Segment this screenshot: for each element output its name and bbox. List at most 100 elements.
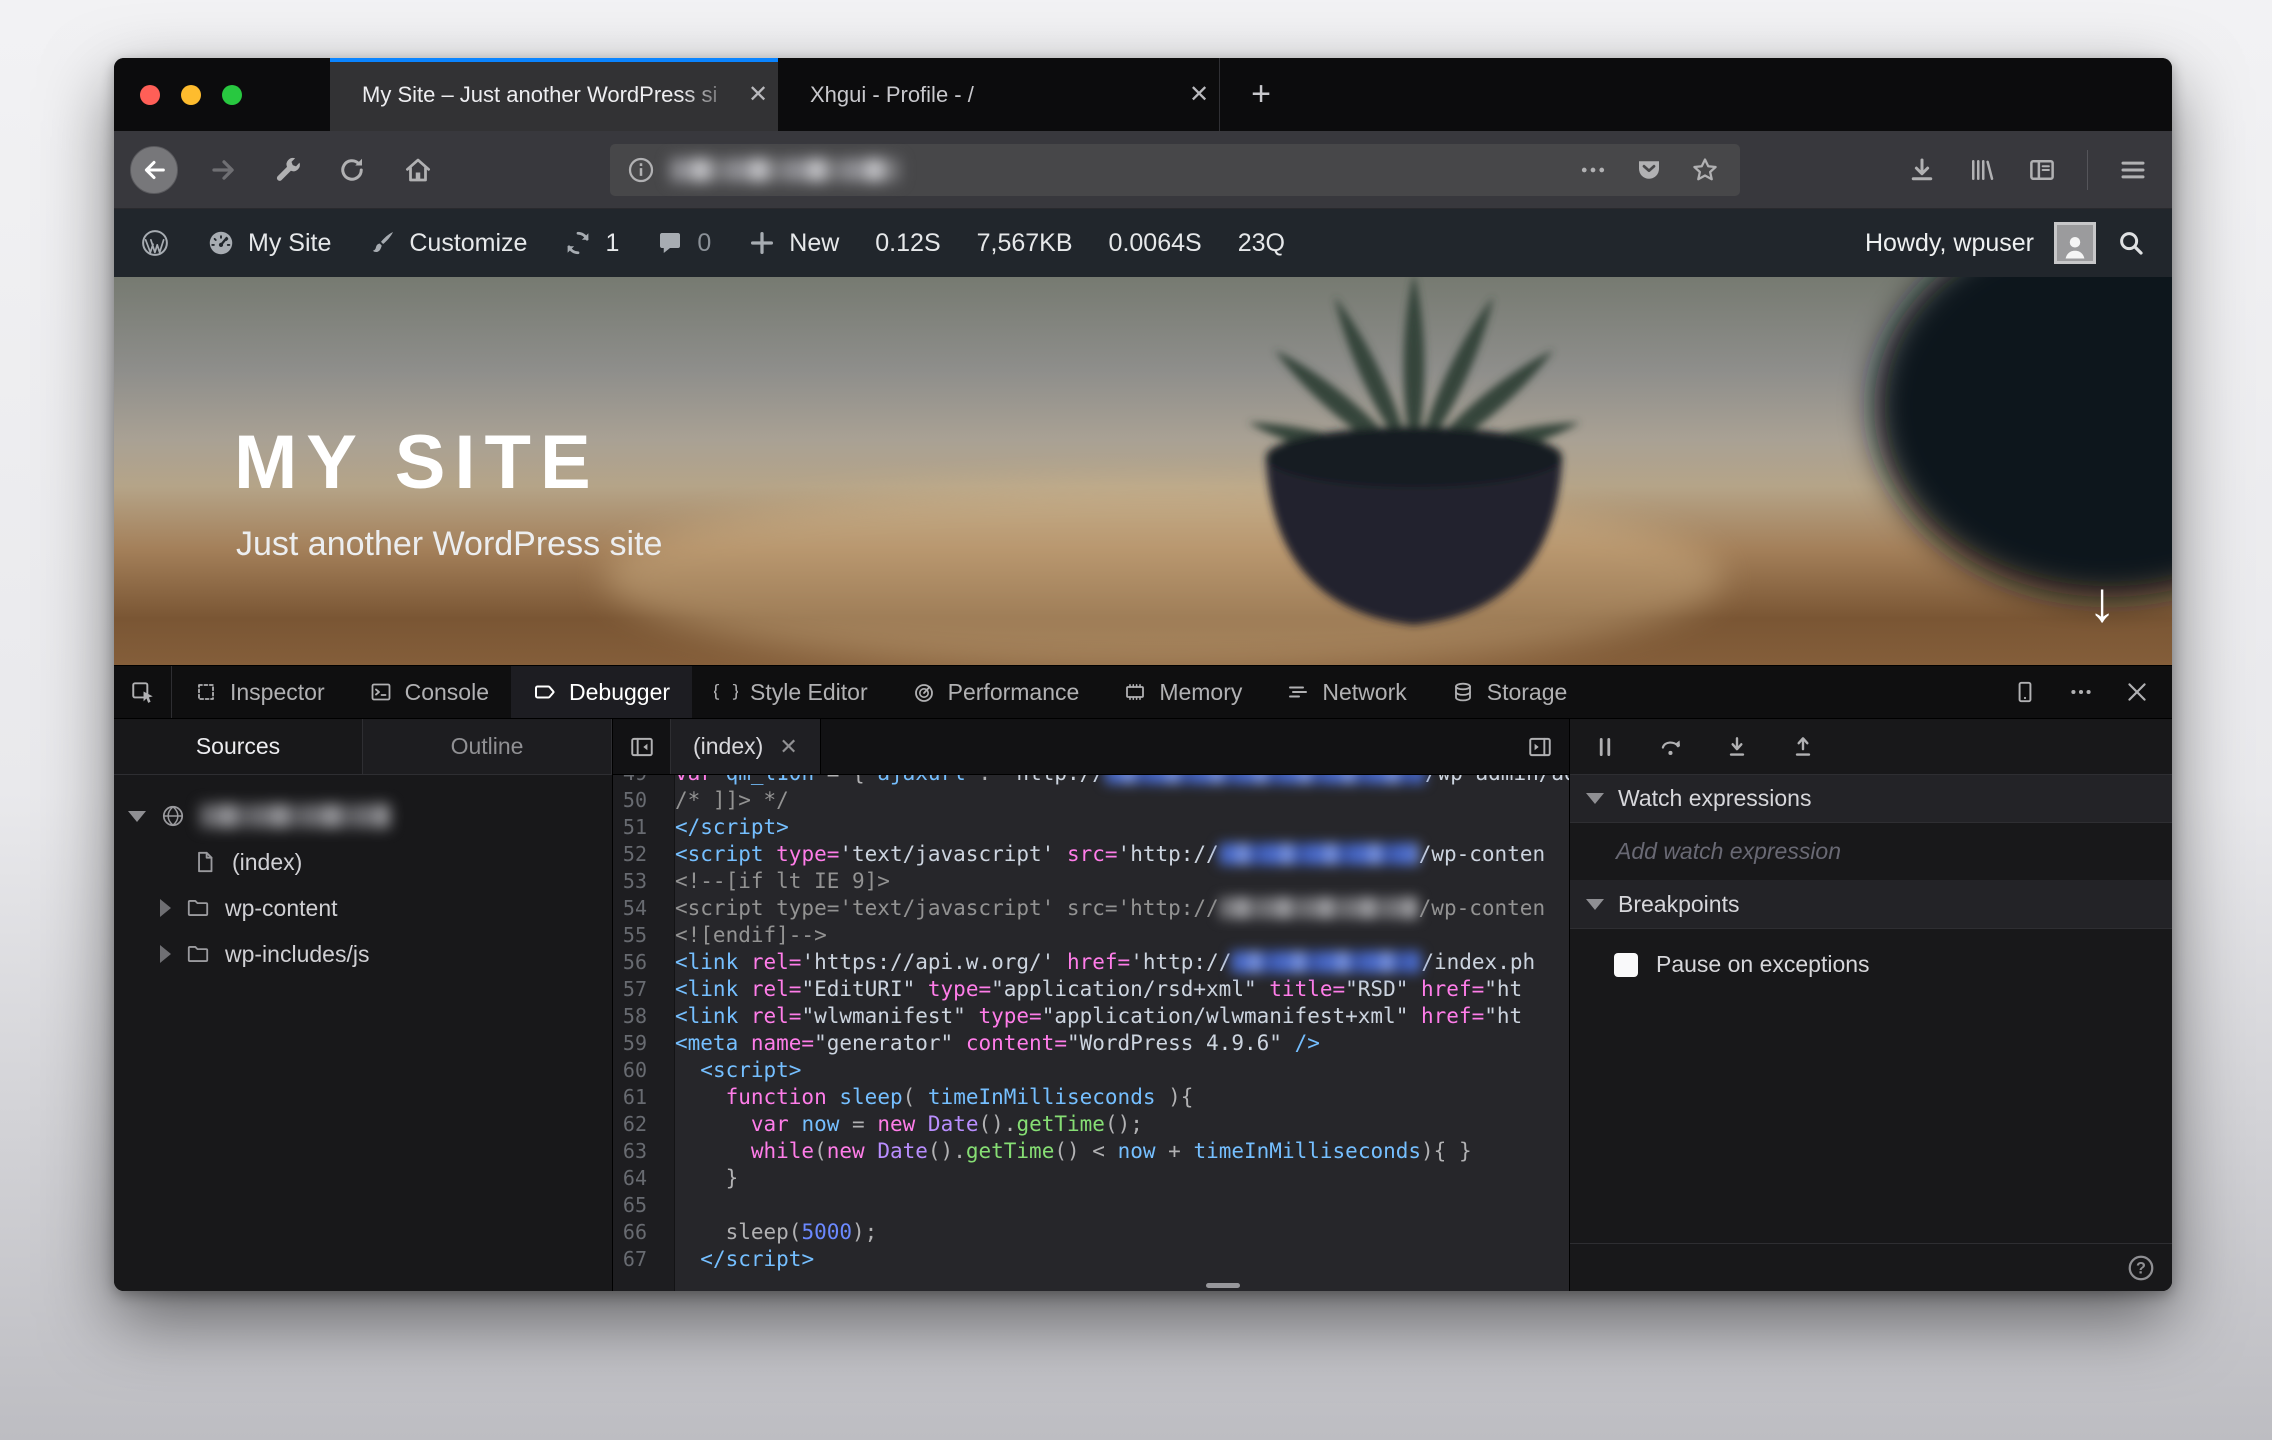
add-watch-expression-input[interactable]: Add watch expression [1570, 823, 2172, 881]
chevron-down-icon[interactable] [128, 810, 146, 822]
page-actions-icon[interactable] [1578, 155, 1608, 185]
site-tagline: Just another WordPress site [236, 525, 663, 563]
forward-button[interactable] [198, 131, 250, 209]
editor-tab-index[interactable]: (index) ✕ [671, 719, 821, 774]
sidebar-toggle-icon[interactable] [2027, 155, 2057, 185]
devtools-tab-storage[interactable]: Storage [1429, 666, 1590, 718]
minimize-window-button[interactable] [181, 85, 201, 105]
sources-tree--index-[interactable]: (index) [114, 839, 612, 885]
code-text: while(new Date().getTime() < now + timeI… [661, 1138, 1472, 1165]
adminbar-item-my-site[interactable]: My Site [206, 228, 331, 258]
adminbar-item-23q[interactable]: 23Q [1238, 229, 1285, 258]
devtools-tab-console[interactable]: Console [347, 666, 511, 718]
pick-element-button[interactable] [114, 666, 172, 718]
sources-tree-wp-includes-js[interactable]: wp-includes/js [114, 931, 612, 977]
sources-tree-domain[interactable] [114, 793, 612, 839]
adminbar-item-new[interactable]: New [747, 228, 839, 258]
avatar[interactable] [2054, 222, 2096, 264]
chevron-right-icon[interactable] [160, 899, 171, 917]
code-editor[interactable]: 49 var qm_l10n = { ajaxurl : 'http:// /wp-… [613, 775, 1569, 1291]
menu-icon[interactable] [2118, 155, 2148, 185]
code-token: (). [978, 1112, 1017, 1136]
bookmark-star-icon[interactable] [1690, 155, 1720, 185]
library-icon[interactable] [1967, 155, 1997, 185]
tab-close-icon[interactable]: ✕ [1179, 80, 1219, 109]
adminbar-item-0-0064s[interactable]: 0.0064S [1109, 229, 1202, 258]
scroll-down-arrow[interactable]: ↓ [2088, 569, 2116, 634]
line-number[interactable]: 62 [613, 1111, 661, 1138]
line-number[interactable]: 63 [613, 1138, 661, 1165]
pause-icon[interactable] [1592, 734, 1618, 760]
step-over-icon[interactable] [1658, 734, 1684, 760]
new-tab-button[interactable]: + [1232, 58, 1290, 131]
horizontal-scrollbar[interactable] [1205, 1283, 1240, 1288]
devtools-tab-inspector[interactable]: Inspector [172, 666, 347, 718]
pause-on-exceptions-checkbox[interactable] [1614, 952, 1638, 977]
developer-tools-button[interactable] [260, 131, 316, 209]
line-number[interactable]: 55 [613, 922, 661, 949]
line-number[interactable]: 52 [613, 841, 661, 868]
reload-button[interactable] [324, 131, 380, 209]
code-line-51: 51 </script> [613, 814, 1569, 841]
site-info-icon[interactable] [626, 155, 656, 185]
url-bar[interactable] [610, 144, 1740, 196]
line-number[interactable]: 56 [613, 949, 661, 976]
back-button[interactable] [130, 146, 178, 194]
line-number[interactable]: 61 [613, 1084, 661, 1111]
expand-panel-button[interactable] [1527, 719, 1569, 774]
tab-sources[interactable]: Sources [114, 719, 363, 774]
devtools-close-icon[interactable] [2124, 679, 2150, 705]
howdy-label[interactable]: Howdy, wpuser [1865, 229, 2034, 258]
zoom-window-button[interactable] [222, 85, 242, 105]
line-number[interactable]: 57 [613, 976, 661, 1003]
line-number[interactable]: 53 [613, 868, 661, 895]
close-window-button[interactable] [140, 85, 160, 105]
search-icon[interactable] [2116, 228, 2146, 258]
line-number[interactable]: 60 [613, 1057, 661, 1084]
devtools-tab-network[interactable]: Network [1264, 666, 1428, 718]
line-number[interactable]: 64 [613, 1165, 661, 1192]
sources-tree-wp-content[interactable]: wp-content [114, 885, 612, 931]
help-icon[interactable]: ? [2126, 1253, 2156, 1283]
adminbar-item-customize[interactable]: Customize [367, 228, 527, 258]
adminbar-item-0-12s[interactable]: 0.12S [875, 229, 940, 258]
line-number[interactable]: 49 [613, 775, 661, 787]
step-in-icon[interactable] [1724, 734, 1750, 760]
chevron-right-icon[interactable] [160, 945, 171, 963]
breakpoints-header[interactable]: Breakpoints [1570, 881, 2172, 929]
devtools-menu-icon[interactable] [2068, 679, 2094, 705]
responsive-mode-icon[interactable] [2012, 679, 2038, 705]
adminbar-item-7-567kb[interactable]: 7,567KB [977, 229, 1073, 258]
code-token: <![endif]--> [675, 923, 827, 947]
editor-tab-close-icon[interactable]: ✕ [779, 734, 797, 760]
devtools-tab-style-editor[interactable]: { } Style Editor [692, 666, 890, 718]
step-out-icon[interactable] [1790, 734, 1816, 760]
line-number[interactable]: 54 [613, 895, 661, 922]
adminbar-item-0[interactable]: 0 [655, 228, 711, 258]
downloads-icon[interactable] [1907, 155, 1937, 185]
line-number[interactable]: 50 [613, 787, 661, 814]
devtools-tab-memory[interactable]: Memory [1101, 666, 1264, 718]
line-number[interactable]: 51 [613, 814, 661, 841]
tab-outline[interactable]: Outline [363, 719, 612, 774]
line-number[interactable]: 58 [613, 1003, 661, 1030]
sources-tabbar: Sources Outline [114, 719, 612, 775]
code-token: = { [814, 775, 877, 785]
devtools-tab-debugger[interactable]: Debugger [511, 666, 693, 718]
line-number[interactable]: 65 [613, 1192, 661, 1219]
line-number[interactable]: 59 [613, 1030, 661, 1057]
line-number[interactable]: 67 [613, 1246, 661, 1273]
watch-expressions-header[interactable]: Watch expressions [1570, 775, 2172, 823]
home-button[interactable] [390, 131, 446, 209]
devtools-tab-performance[interactable]: Performance [890, 666, 1102, 718]
browser-tab-my-site[interactable]: My Site – Just another WordPress si ✕ [330, 58, 778, 131]
collapse-sources-button[interactable] [613, 719, 671, 774]
adminbar-item-1[interactable]: 1 [563, 228, 619, 258]
browser-tab-xhgui[interactable]: Xhgui - Profile - / ✕ [778, 58, 1220, 131]
pocket-icon[interactable] [1634, 155, 1664, 185]
line-number[interactable]: 66 [613, 1219, 661, 1246]
folder-icon [185, 941, 211, 967]
tab-close-icon[interactable]: ✕ [738, 80, 778, 109]
adminbar-item-wordpress[interactable] [140, 228, 170, 258]
code-text: var qm_l10n = { ajaxurl : 'http:// /wp-ad… [661, 775, 1569, 787]
